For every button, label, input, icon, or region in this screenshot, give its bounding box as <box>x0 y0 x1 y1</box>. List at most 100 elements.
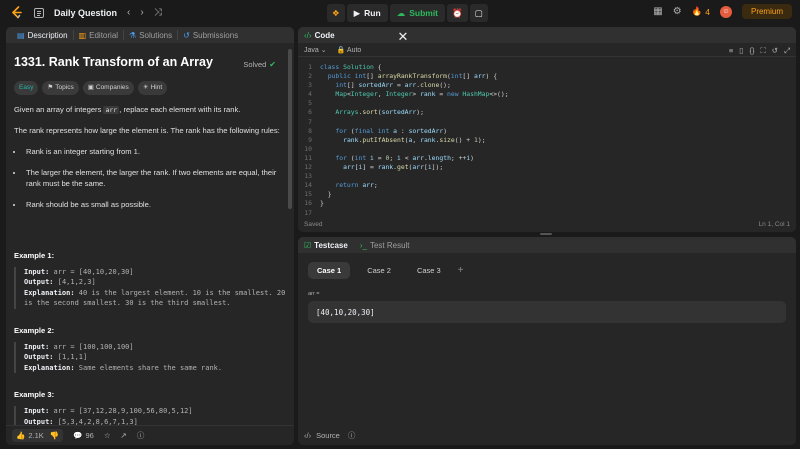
case-tab[interactable]: Case 2 <box>358 262 400 279</box>
share-button[interactable]: ↗ <box>121 431 127 440</box>
code-toolbar: Java ⌄ 🔒 Auto <box>298 43 796 57</box>
debug-button[interactable]: ❖ <box>327 4 345 22</box>
timer-button[interactable]: ⏰ <box>447 4 468 22</box>
comment-count: 96 <box>85 431 94 440</box>
output-label: Output: <box>24 278 54 287</box>
language-select[interactable]: Java ⌄ <box>304 46 327 54</box>
shuffle-icon[interactable]: ⤨ <box>154 8 162 18</box>
braces-icon[interactable]: {} <box>749 46 754 56</box>
comments-button[interactable]: 💬 96 <box>73 431 94 440</box>
explanation-label: Explanation: <box>24 288 75 297</box>
case-tabs: Case 1 Case 2 Case 3 + <box>298 253 796 279</box>
companies-tag[interactable]: ▣ Companies <box>82 81 134 95</box>
checkbox-icon: ☑ <box>304 240 312 250</box>
line-number: 12 <box>304 163 312 172</box>
code-editor[interactable]: 1 class Solution { 2 public int[] arrayRa… <box>298 57 796 218</box>
example-input: arr = [100,100,100] <box>53 342 134 351</box>
fullscreen-icon[interactable]: ⛶ <box>760 46 765 56</box>
line-number: 11 <box>304 153 312 162</box>
source-button[interactable]: Source <box>316 431 340 440</box>
inline-code: arr <box>103 105 120 114</box>
flask-icon: ⚗ <box>129 30 137 40</box>
like-count: 2.1K <box>28 431 44 440</box>
code-tab-label[interactable]: Code <box>315 31 335 40</box>
streak-counter[interactable]: 🔥 4 <box>692 6 710 17</box>
solved-label: Solved <box>243 60 267 69</box>
document-icon: ▤ <box>17 30 25 40</box>
tag-icon: ⚑ <box>47 84 54 92</box>
line-number: 3 <box>308 81 312 90</box>
tab-description[interactable]: ▤ Description <box>12 30 74 40</box>
tab-solutions[interactable]: ⚗ Solutions <box>124 30 179 40</box>
lock-icon: 🔒 <box>336 46 346 54</box>
layout-grid-icon[interactable]: ▦ <box>653 6 662 17</box>
example-input: arr = [40,10,20,30] <box>53 267 134 276</box>
hint-tag[interactable]: ☀ Hint <box>137 81 168 95</box>
tab-editorial[interactable]: ▥ Editorial <box>74 30 125 40</box>
input-label: Input: <box>24 342 50 351</box>
panel-resize-handle[interactable] <box>540 233 552 235</box>
question-icon: ⓘ <box>136 431 145 440</box>
thumbs-down-icon[interactable]: 👎 <box>50 431 59 440</box>
difficulty-badge: Easy <box>14 81 39 95</box>
reset-icon[interactable]: ↺ <box>772 46 778 56</box>
submit-button[interactable]: ☁ Submit <box>389 4 446 22</box>
example-block: Input: arr = [100,100,100] Output: [1,1,… <box>14 341 286 374</box>
tab-testcase[interactable]: ☑ Testcase <box>304 241 348 250</box>
tag-label: Hint <box>150 84 163 92</box>
premium-button[interactable]: Premium <box>741 4 792 19</box>
problem-list-icon[interactable] <box>34 8 44 18</box>
notes-button[interactable]: ▢ <box>469 4 488 22</box>
language-label: Java <box>304 46 319 54</box>
favorite-button[interactable]: ☆ <box>104 431 111 440</box>
tab-label: Editorial <box>89 30 119 40</box>
arg-input[interactable]: [40,10,20,30] <box>308 301 786 323</box>
case-tab[interactable]: Case 1 <box>308 262 351 279</box>
tag-label: Companies <box>95 84 129 92</box>
example-title: Example 3: <box>14 390 55 400</box>
list-item: The larger the element, the larger the r… <box>24 167 286 189</box>
auto-mode[interactable]: 🔒 Auto <box>337 46 362 54</box>
chevron-right-icon[interactable]: › <box>140 8 143 18</box>
format-icon[interactable]: ≡ <box>729 46 733 56</box>
expand-icon[interactable]: ⤢ <box>784 46 790 56</box>
help-icon[interactable]: ⓘ <box>348 430 356 441</box>
like-button[interactable]: 👍 2.1K 👎 <box>12 429 64 442</box>
description-scrollbar[interactable] <box>288 49 292 209</box>
streak-count: 4 <box>705 6 710 17</box>
bug-icon: ❖ <box>332 7 340 18</box>
thumbs-up-icon: 👍 <box>16 431 26 440</box>
fire-icon: 🔥 <box>691 6 703 16</box>
topics-tag[interactable]: ⚑ Topics <box>42 81 79 95</box>
description-panel: ▤ Description ▥ Editorial ⚗ Solutions ↺ … <box>6 27 294 445</box>
bookmark-icon[interactable]: ▯ <box>739 46 743 56</box>
tab-submissions[interactable]: ↺ Submissions <box>178 30 243 40</box>
list-item: Rank is an integer starting from 1. <box>24 146 286 157</box>
chevron-left-icon[interactable]: ‹ <box>127 8 130 18</box>
input-label: Input: <box>24 267 50 276</box>
line-number: 7 <box>308 117 312 126</box>
cloud-upload-icon: ☁ <box>396 7 406 18</box>
tab-test-result[interactable]: ›_ Test Result <box>360 241 410 250</box>
leetcode-logo-icon[interactable] <box>10 6 24 20</box>
example-block: Input: arr = [40,10,20,30] Output: [4,1,… <box>14 266 286 309</box>
gear-icon[interactable]: ⚙ <box>673 6 682 17</box>
desc-text: , replace each element with its rank. <box>119 104 241 114</box>
case-tab[interactable]: Case 3 <box>408 262 450 279</box>
list-item: Rank should be as small as possible. <box>24 199 286 210</box>
explanation-label: Explanation: <box>24 363 75 372</box>
help-button[interactable]: ⓘ <box>137 430 145 441</box>
run-button[interactable]: ▶ Run <box>346 4 388 22</box>
close-icon[interactable]: ✕ <box>392 29 414 45</box>
description-footer: 👍 2.1K 👎 💬 96 ☆ ↗ ⓘ <box>6 425 294 445</box>
page-title[interactable]: Daily Question <box>54 8 117 18</box>
tab-label: Test Result <box>369 240 410 250</box>
avatar[interactable]: ☺ <box>719 5 732 18</box>
problem-tags: Easy ⚑ Topics ▣ Companies ☀ Hint <box>14 81 286 95</box>
desc-text: Given an array of integers <box>14 104 104 114</box>
lightbulb-icon: ☀ <box>142 84 149 92</box>
run-label: Run <box>364 8 381 18</box>
share-icon: ↗ <box>120 431 127 440</box>
output-label: Output: <box>24 353 54 362</box>
add-case-icon[interactable]: + <box>458 265 464 276</box>
